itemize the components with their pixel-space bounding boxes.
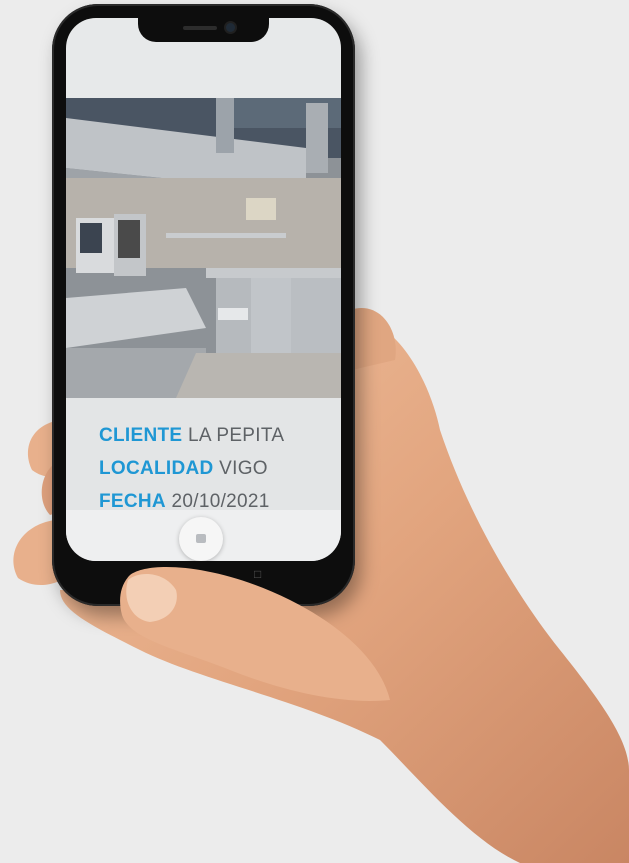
home-nav-icon[interactable]: ○: [195, 567, 202, 581]
speaker-icon: [183, 26, 217, 30]
phone-notch: [138, 18, 269, 42]
back-nav-icon[interactable]: ◁: [137, 567, 146, 581]
kitchen-photo: [66, 98, 341, 398]
cliente-label: CLIENTE: [99, 425, 183, 446]
localidad-value: VIGO: [219, 458, 268, 479]
localidad-label: LOCALIDAD: [99, 458, 214, 479]
phone-screen: CLIENTE LA PEPITA LOCALIDAD VIGO FECHA 2…: [66, 18, 341, 561]
order-info-panel: CLIENTE LA PEPITA LOCALIDAD VIGO FECHA 2…: [66, 398, 341, 512]
smartphone: CLIENTE LA PEPITA LOCALIDAD VIGO FECHA 2…: [52, 4, 355, 606]
cliente-value: LA PEPITA: [187, 425, 285, 446]
home-button-icon[interactable]: [179, 517, 223, 561]
cliente-row: CLIENTE LA PEPITA: [99, 425, 284, 447]
front-camera-icon: [226, 23, 235, 32]
android-nav-bar: ◁ ○ □: [52, 564, 355, 586]
localidad-row: LOCALIDAD VIGO: [99, 458, 268, 480]
recent-apps-icon[interactable]: □: [254, 567, 261, 581]
fecha-label: FECHA: [99, 491, 166, 512]
fecha-value: 20/10/2021: [171, 491, 270, 512]
